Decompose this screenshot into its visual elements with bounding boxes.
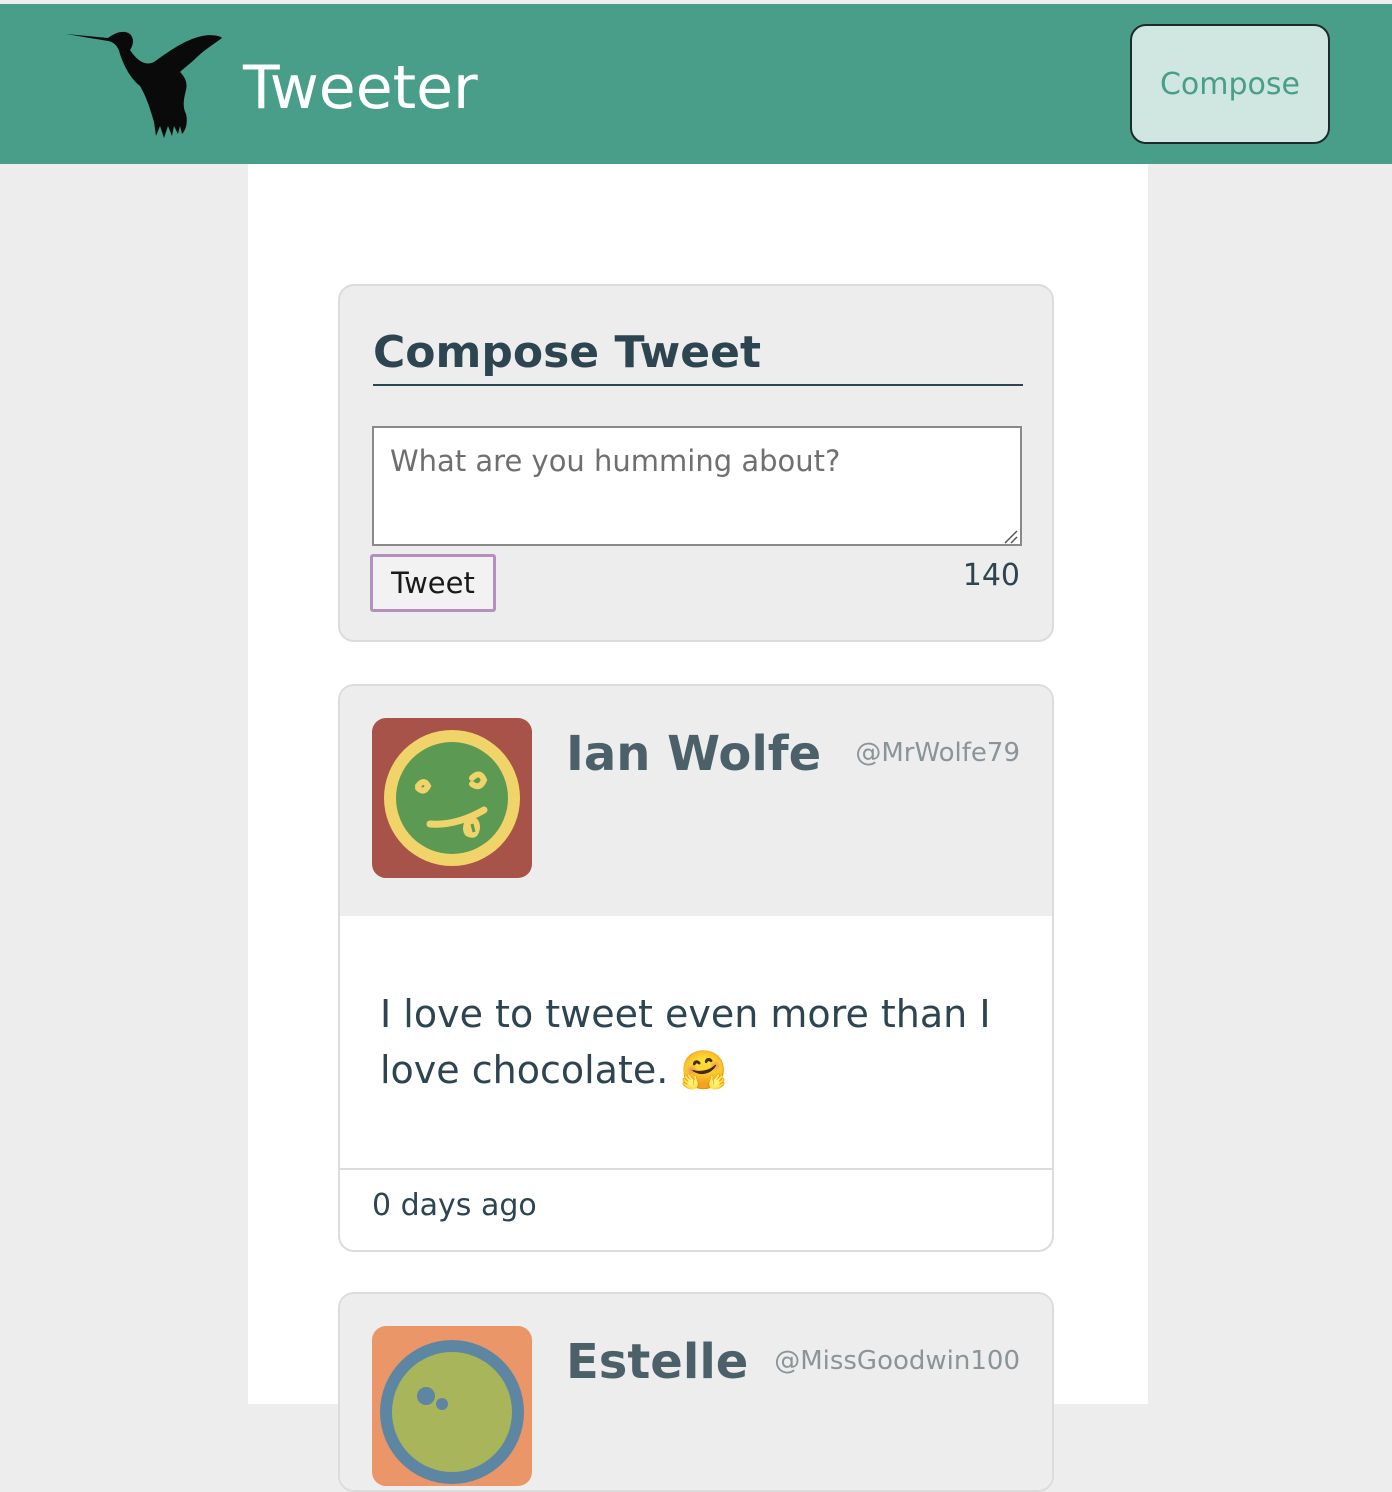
face-avatar-icon [372,1326,532,1486]
character-counter: 140 [962,558,1020,593]
tweet-header: Ian Wolfe @MrWolfe79 [340,686,1052,916]
tweet-card: Estelle @MissGoodwin100 [338,1292,1054,1492]
tweet-text: I love to tweet even more than I love ch… [380,992,991,1092]
tweet-author-name: Estelle [566,1334,749,1390]
resize-grip-icon[interactable] [1002,528,1018,544]
compose-title: Compose Tweet [373,322,1023,386]
tweet-author-handle: @MissGoodwin100 [774,1346,1020,1376]
tweet-timestamp: 0 days ago [372,1188,537,1223]
tweet-header: Estelle @MissGoodwin100 [340,1294,1052,1490]
tweet-body: I love to tweet even more than I love ch… [340,916,1052,1170]
tweet-card: Ian Wolfe @MrWolfe79 I love to tweet eve… [338,684,1054,1252]
tweet-text-input[interactable] [372,426,1022,546]
tweet-submit-button[interactable]: Tweet [370,554,496,612]
avatar[interactable] [372,1326,532,1486]
brand-title: Tweeter [243,53,478,123]
navbar: Tweeter Compose [0,4,1392,164]
tweet-author-handle: @MrWolfe79 [855,738,1020,768]
hummingbird-logo-icon[interactable] [64,22,224,140]
main-container: Compose Tweet Tweet 140 I [248,164,1148,1492]
tweet-footer: 0 days ago [340,1170,1052,1250]
tweet-author-name: Ian Wolfe [566,726,822,782]
compose-nav-button[interactable]: Compose [1130,24,1330,144]
tongue-out-face-avatar-icon [372,718,532,878]
compose-tweet-panel: Compose Tweet Tweet 140 [338,284,1054,642]
avatar[interactable] [372,718,532,878]
